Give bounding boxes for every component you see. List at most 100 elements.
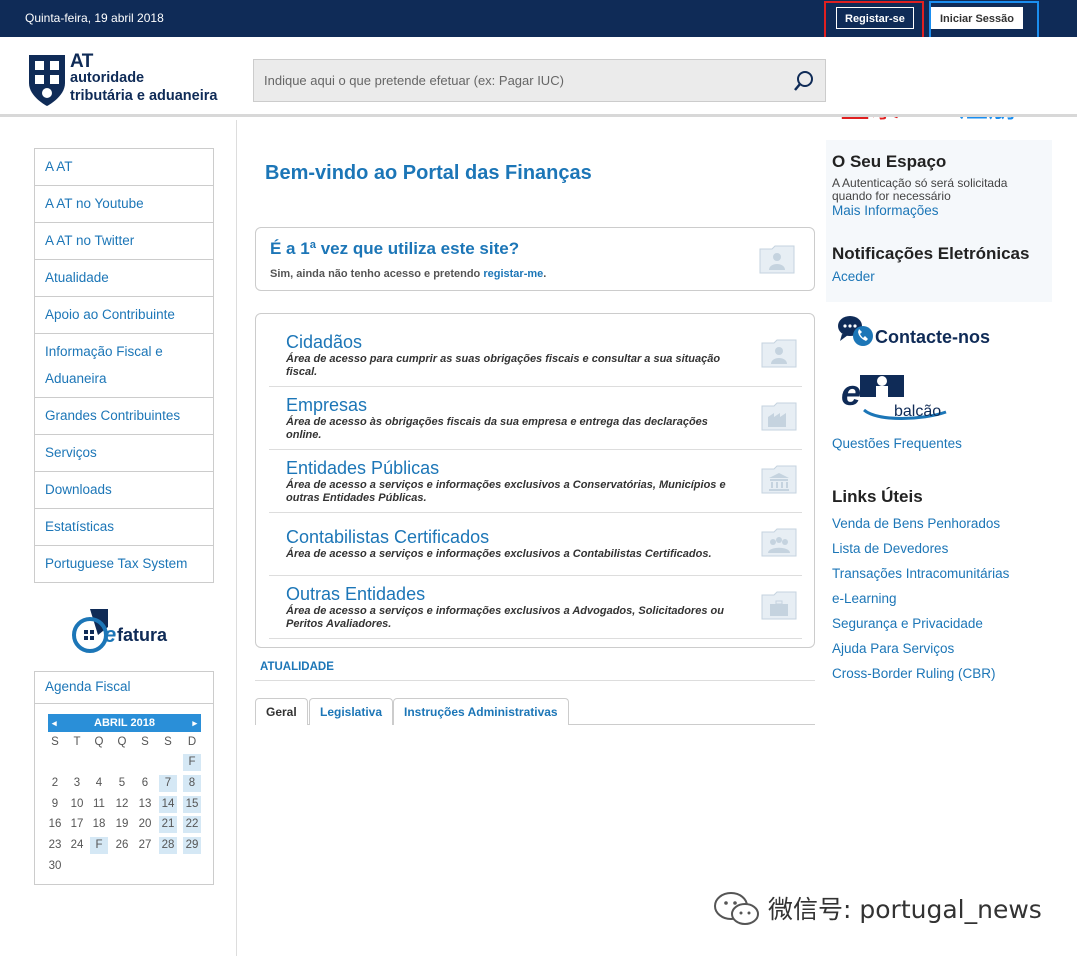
calendar-day[interactable]: 24 <box>68 837 86 854</box>
calendar-day[interactable]: 12 <box>113 796 131 813</box>
calendar-day[interactable]: 10 <box>68 796 86 813</box>
calendar-header: ◂ ABRIL 2018 ▸ <box>48 714 201 732</box>
calendar-day[interactable]: F <box>183 754 201 771</box>
link-ajuda[interactable]: Ajuda Para Serviços <box>832 641 954 656</box>
nav-item-a-at[interactable]: A AT <box>35 149 213 186</box>
next-month-icon[interactable]: ▸ <box>192 714 197 732</box>
aceder-link[interactable]: Aceder <box>832 269 875 284</box>
link-venda-bens[interactable]: Venda de Bens Penhorados <box>832 516 1000 531</box>
page-title: Bem-vindo ao Portal das Finanças <box>265 162 592 184</box>
calendar-day[interactable]: 14 <box>159 795 177 813</box>
nav-item-tax-system[interactable]: Portuguese Tax System <box>35 546 213 583</box>
calendar-day[interactable]: 2 <box>46 775 64 792</box>
nav-item-informacao-fiscal[interactable]: Informação Fiscal e <box>35 334 213 361</box>
calendar-day[interactable]: 23 <box>46 837 64 854</box>
agenda-title[interactable]: Agenda Fiscal <box>35 672 213 704</box>
nav-item-downloads[interactable]: Downloads <box>35 472 213 509</box>
group-folder-icon <box>761 528 797 557</box>
search-icon[interactable] <box>793 70 815 92</box>
calendar-day[interactable]: 7 <box>159 774 177 792</box>
nav-item-youtube[interactable]: A AT no Youtube <box>35 186 213 223</box>
calendar-day[interactable]: F <box>90 837 108 855</box>
calendar-day[interactable]: 26 <box>113 837 131 854</box>
entry-title[interactable]: Entidades Públicas <box>286 458 439 479</box>
seu-espaco-text-2: quando for necessário <box>832 189 951 203</box>
nav-item-servicos[interactable]: Serviços <box>35 435 213 472</box>
ebalcao-e: e <box>841 372 862 413</box>
nav-item-atualidade[interactable]: Atualidade <box>35 260 213 297</box>
entry-empresas[interactable]: Empresas Área de acesso às obrigações fi… <box>269 387 802 450</box>
nav-item-twitter[interactable]: A AT no Twitter <box>35 223 213 260</box>
logo-text-line2: autoridade <box>70 70 145 86</box>
atualidade-heading[interactable]: ATUALIDADE <box>260 661 334 673</box>
agenda-fiscal: Agenda Fiscal ◂ ABRIL 2018 ▸ STQQSSDF234… <box>34 671 214 885</box>
seu-espaco-title: O Seu Espaço <box>832 152 947 171</box>
tab-legislativa[interactable]: Legislativa <box>309 698 394 725</box>
nav-item-estatisticas[interactable]: Estatísticas <box>35 509 213 546</box>
calendar-day[interactable]: 4 <box>90 775 108 792</box>
link-lista-devedores[interactable]: Lista de Devedores <box>832 541 948 556</box>
entry-title[interactable]: Cidadãos <box>286 332 362 353</box>
entry-cidadaos[interactable]: Cidadãos Área de acesso para cumprir as … <box>269 326 802 387</box>
calendar-day[interactable]: 30 <box>46 858 64 875</box>
nav-item-informacao-fiscal-line2[interactable]: Aduaneira <box>35 361 213 398</box>
calendar-day[interactable]: 3 <box>68 775 86 792</box>
calendar-day[interactable]: 21 <box>159 816 177 834</box>
entry-description: Área de acesso a serviços e informações … <box>286 605 724 630</box>
entry-title[interactable]: Outras Entidades <box>286 584 425 605</box>
mais-informacoes-link[interactable]: Mais Informações <box>832 203 939 218</box>
calendar-day[interactable]: 18 <box>90 816 108 833</box>
nav-item-apoio[interactable]: Apoio ao Contribuinte <box>35 297 213 334</box>
calendar-day[interactable]: 15 <box>183 795 201 813</box>
link-transacoes[interactable]: Transações Intracomunitárias <box>832 566 1009 581</box>
weekday-header: S <box>51 736 59 748</box>
entry-title[interactable]: Contabilistas Certificados <box>286 527 489 548</box>
calendar-day[interactable]: 29 <box>183 837 201 855</box>
contacte-nos-link[interactable]: Contacte-nos <box>875 327 990 348</box>
weekday-header: S <box>141 736 149 748</box>
chat-phone-icon[interactable] <box>837 314 875 348</box>
column-divider <box>236 120 237 956</box>
calendar-day[interactable]: 19 <box>113 816 131 833</box>
calendar-day[interactable]: 22 <box>183 816 201 834</box>
calendar-day[interactable]: 5 <box>113 775 131 792</box>
calendar-day[interactable]: 9 <box>46 796 64 813</box>
notificacoes-title: Notificações Eletrónicas <box>832 244 1030 263</box>
calendar-day[interactable]: 16 <box>46 816 64 833</box>
tab-instrucoes[interactable]: Instruções Administrativas <box>393 698 569 725</box>
link-elearning[interactable]: e-Learning <box>832 591 897 606</box>
current-date: Quinta-feira, 19 abril 2018 <box>25 11 164 25</box>
first-time-text: Sim, ainda não tenho acesso e pretendo r… <box>270 268 546 280</box>
calendar-day[interactable]: 13 <box>136 796 154 813</box>
weekday-header: T <box>73 736 81 748</box>
questoes-frequentes-link[interactable]: Questões Frequentes <box>832 436 962 451</box>
entry-description: Área de acesso para cumprir as suas obri… <box>286 353 721 378</box>
calendar-day[interactable]: 20 <box>136 816 154 833</box>
search-input[interactable] <box>254 60 784 101</box>
entry-title[interactable]: Empresas <box>286 395 367 416</box>
efatura-logo[interactable]: e fatura <box>70 605 180 662</box>
nav-item-grandes-contribuintes[interactable]: Grandes Contribuintes <box>35 398 213 435</box>
calendar-day[interactable]: 6 <box>136 775 154 792</box>
ebalcao-logo[interactable]: e balcão <box>838 370 948 430</box>
entry-entidades-publicas[interactable]: Entidades Públicas Área de acesso a serv… <box>269 450 802 513</box>
at-logo[interactable]: AT autoridade tributária e aduaneira <box>27 52 217 113</box>
logo-text-at: AT <box>70 51 93 72</box>
calendar-day[interactable]: 17 <box>68 816 86 833</box>
first-time-box: É a 1ª vez que utiliza este site? Sim, a… <box>255 227 815 291</box>
watermark-text: 微信号: portugal_news <box>768 895 1042 924</box>
efatura-label: fatura <box>117 625 168 645</box>
tab-geral[interactable]: Geral <box>255 698 308 725</box>
weekday-header: Q <box>117 736 127 748</box>
link-seguranca[interactable]: Segurança e Privacidade <box>832 616 983 631</box>
register-link[interactable]: registar-me <box>483 268 543 280</box>
divider <box>255 680 815 681</box>
calendar-day[interactable]: 11 <box>90 796 108 813</box>
calendar-day[interactable]: 28 <box>159 837 177 855</box>
calendar-day[interactable]: 27 <box>136 837 154 854</box>
entry-contabilistas[interactable]: Contabilistas Certificados Área de acess… <box>269 513 802 576</box>
entry-outras-entidades[interactable]: Outras Entidades Área de acesso a serviç… <box>269 576 802 639</box>
link-cbr[interactable]: Cross-Border Ruling (CBR) <box>832 666 996 681</box>
prev-month-icon[interactable]: ◂ <box>52 714 57 732</box>
calendar-day[interactable]: 8 <box>183 774 201 792</box>
